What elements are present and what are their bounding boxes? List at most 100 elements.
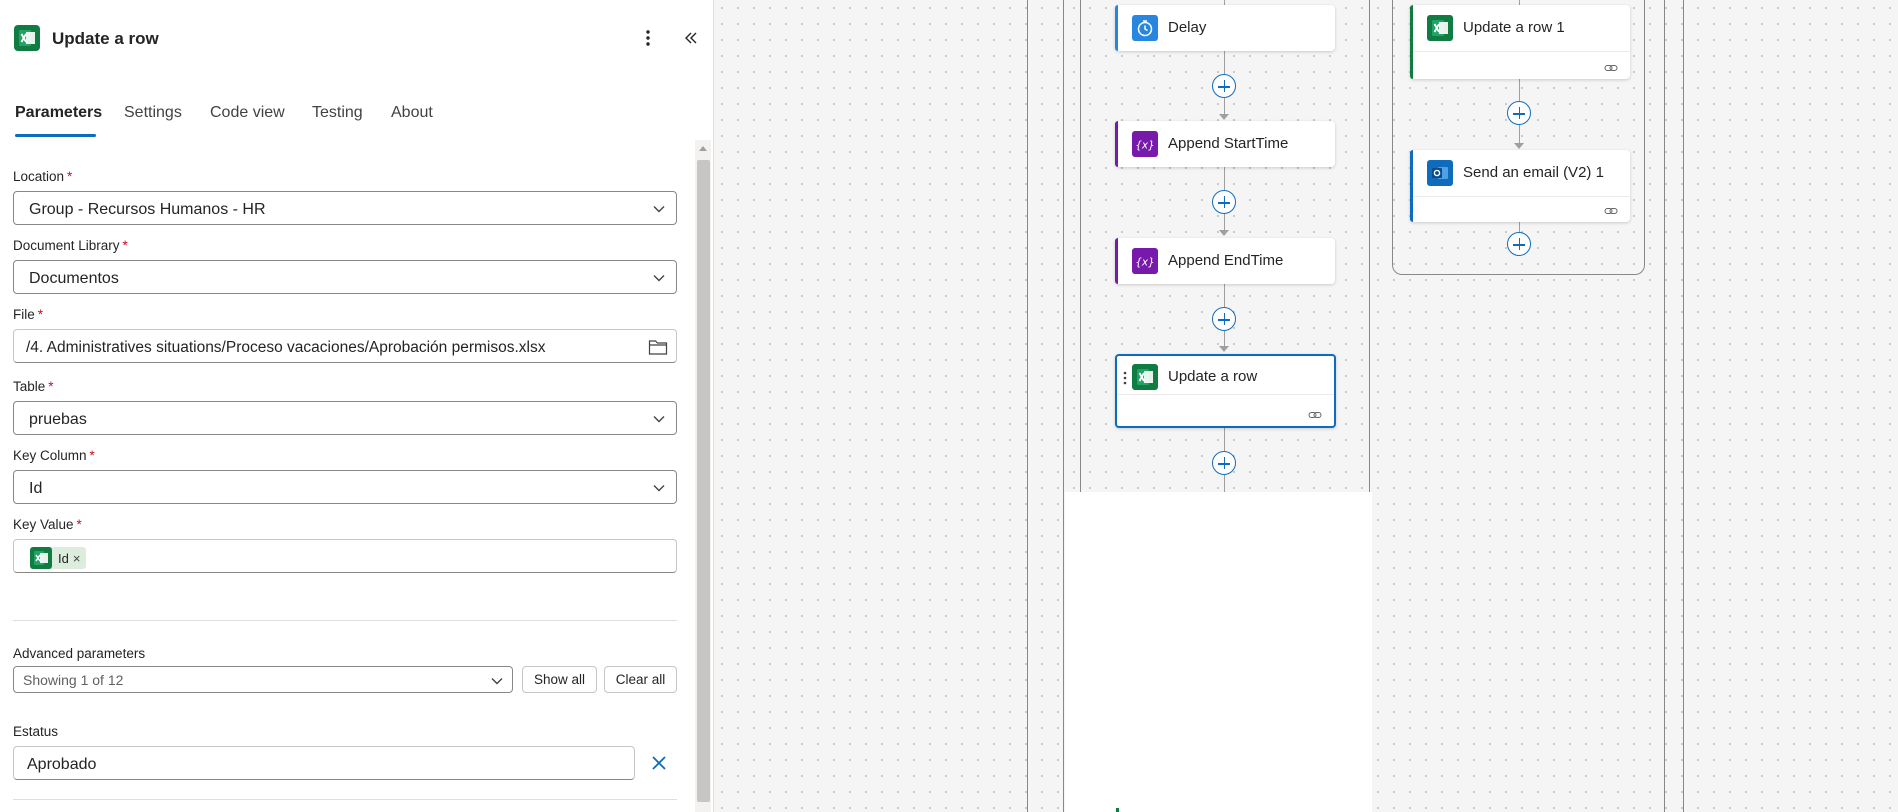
tab-testing[interactable]: Testing bbox=[312, 104, 363, 122]
chevron-down-icon bbox=[653, 275, 665, 282]
library-label: Document Library * bbox=[13, 238, 128, 253]
update-row-1-card[interactable]: Update a row 1 bbox=[1410, 5, 1630, 79]
active-tab-indicator bbox=[15, 134, 96, 137]
file-input[interactable]: /4. Administratives situations/Proceso v… bbox=[13, 329, 677, 363]
connector-arrow bbox=[1219, 114, 1229, 120]
estatus-value: Aprobado bbox=[27, 756, 97, 773]
append-endtime-card[interactable]: {x} Append EndTime bbox=[1115, 238, 1335, 284]
panel-scrollbar[interactable] bbox=[695, 140, 711, 812]
append-endtime-title: Append EndTime bbox=[1168, 252, 1284, 269]
collapse-panel-icon bbox=[685, 32, 697, 44]
scope-border bbox=[1664, 0, 1665, 812]
card-divider bbox=[1413, 51, 1630, 52]
scope-border bbox=[1063, 0, 1064, 812]
svg-text:{x}: {x} bbox=[1135, 257, 1155, 269]
excel-icon bbox=[14, 25, 40, 51]
svg-text:{x}: {x} bbox=[1135, 140, 1155, 152]
tab-code-view[interactable]: Code view bbox=[210, 104, 285, 122]
update-row-title: Update a row bbox=[1168, 368, 1258, 385]
advanced-parameters-dropdown[interactable]: Showing 1 of 12 bbox=[13, 666, 513, 693]
card-divider bbox=[1413, 196, 1630, 197]
connector-arrow bbox=[1219, 346, 1229, 352]
insert-step-button[interactable] bbox=[1507, 232, 1531, 256]
card-accent bbox=[1116, 808, 1119, 812]
show-all-button[interactable]: Show all bbox=[522, 666, 597, 693]
chevron-down-icon bbox=[653, 416, 665, 423]
update-row-1-title: Update a row 1 bbox=[1463, 19, 1565, 36]
card-accent bbox=[1115, 121, 1118, 167]
more-vertical-icon bbox=[646, 30, 650, 46]
estatus-input[interactable]: Aprobado bbox=[13, 746, 635, 780]
scrollbar-thumb[interactable] bbox=[697, 160, 710, 802]
advanced-parameters-label: Advanced parameters bbox=[13, 646, 146, 661]
key-column-label: Key Column * bbox=[13, 448, 95, 463]
advanced-parameters-value: Showing 1 of 12 bbox=[23, 672, 124, 688]
insert-step-button[interactable] bbox=[1507, 101, 1531, 125]
token-remove-button[interactable]: × bbox=[73, 551, 81, 566]
card-accent bbox=[1410, 150, 1413, 222]
connector-arrow bbox=[1219, 230, 1229, 236]
location-dropdown[interactable]: Group - Recursos Humanos - HR bbox=[13, 191, 677, 225]
chevron-down-icon bbox=[653, 206, 665, 213]
connector-arrow bbox=[1514, 143, 1524, 149]
file-label: File * bbox=[13, 307, 44, 322]
parameters-form: Location * Group - Recursos Humanos - HR … bbox=[0, 140, 713, 812]
drag-handle-icon[interactable] bbox=[1123, 371, 1127, 385]
update-row-card[interactable]: Update a row bbox=[1115, 354, 1336, 428]
scope-border bbox=[1080, 0, 1081, 492]
variable-icon: {x} bbox=[1132, 248, 1158, 274]
action-details-panel: Update a row Parameters Settings Code vi… bbox=[0, 0, 714, 812]
tab-about[interactable]: About bbox=[391, 104, 433, 122]
location-label: Location * bbox=[13, 169, 73, 184]
dynamic-content-token[interactable]: Id × bbox=[30, 547, 87, 569]
tab-parameters[interactable]: Parameters bbox=[15, 104, 102, 122]
insert-step-button[interactable] bbox=[1212, 190, 1236, 214]
chevron-down-icon bbox=[653, 485, 665, 492]
card-accent bbox=[1115, 5, 1118, 51]
table-dropdown[interactable]: pruebas bbox=[13, 401, 677, 435]
file-value: /4. Administratives situations/Proceso v… bbox=[26, 339, 546, 356]
card-accent bbox=[1115, 238, 1118, 284]
send-email-title: Send an email (V2) 1 bbox=[1463, 164, 1604, 181]
excel-icon bbox=[1427, 15, 1453, 41]
more-options-button[interactable] bbox=[636, 24, 660, 52]
flow-designer-canvas[interactable]: Delay {x} Append StartTime {x} Append En… bbox=[714, 0, 1898, 812]
collapse-panel-button[interactable] bbox=[678, 24, 704, 52]
table-value: pruebas bbox=[29, 411, 87, 428]
tab-settings[interactable]: Settings bbox=[124, 104, 182, 122]
estatus-label: Estatus bbox=[13, 724, 59, 739]
insert-step-button[interactable] bbox=[1212, 307, 1236, 331]
delay-action-card[interactable]: Delay bbox=[1115, 5, 1335, 51]
scope-border bbox=[1369, 0, 1370, 492]
dismiss-icon[interactable] bbox=[648, 752, 670, 774]
outlook-icon bbox=[1427, 160, 1453, 186]
link-icon bbox=[1604, 65, 1618, 71]
delay-card-title: Delay bbox=[1168, 19, 1207, 36]
panel-title: Update a row bbox=[52, 29, 159, 48]
key-value-input[interactable]: Id × bbox=[13, 539, 677, 573]
library-value: Documentos bbox=[29, 270, 119, 287]
key-column-dropdown[interactable]: Id bbox=[13, 470, 677, 504]
location-value: Group - Recursos Humanos - HR bbox=[29, 201, 266, 218]
append-starttime-card[interactable]: {x} Append StartTime bbox=[1115, 121, 1335, 167]
scroll-up-arrow[interactable] bbox=[699, 146, 707, 151]
key-column-value: Id bbox=[29, 480, 43, 497]
document-library-dropdown[interactable]: Documentos bbox=[13, 260, 677, 294]
card-accent bbox=[1410, 5, 1413, 79]
card-divider bbox=[1117, 394, 1334, 395]
scope-border bbox=[1027, 0, 1028, 812]
scope-border bbox=[1683, 0, 1684, 812]
insert-step-button[interactable] bbox=[1212, 74, 1236, 98]
insert-step-button[interactable] bbox=[1212, 451, 1236, 475]
excel-icon bbox=[30, 547, 52, 569]
send-email-card[interactable]: Send an email (V2) 1 bbox=[1410, 150, 1630, 222]
clear-all-button[interactable]: Clear all bbox=[604, 666, 677, 693]
link-icon bbox=[1308, 412, 1322, 418]
canvas-blank-area bbox=[1065, 492, 1372, 812]
variable-icon: {x} bbox=[1132, 131, 1158, 157]
table-label: Table * bbox=[13, 379, 54, 394]
section-divider bbox=[13, 620, 677, 621]
section-divider bbox=[13, 799, 677, 800]
panel-header: Update a row bbox=[0, 0, 713, 76]
folder-icon[interactable] bbox=[648, 338, 668, 356]
